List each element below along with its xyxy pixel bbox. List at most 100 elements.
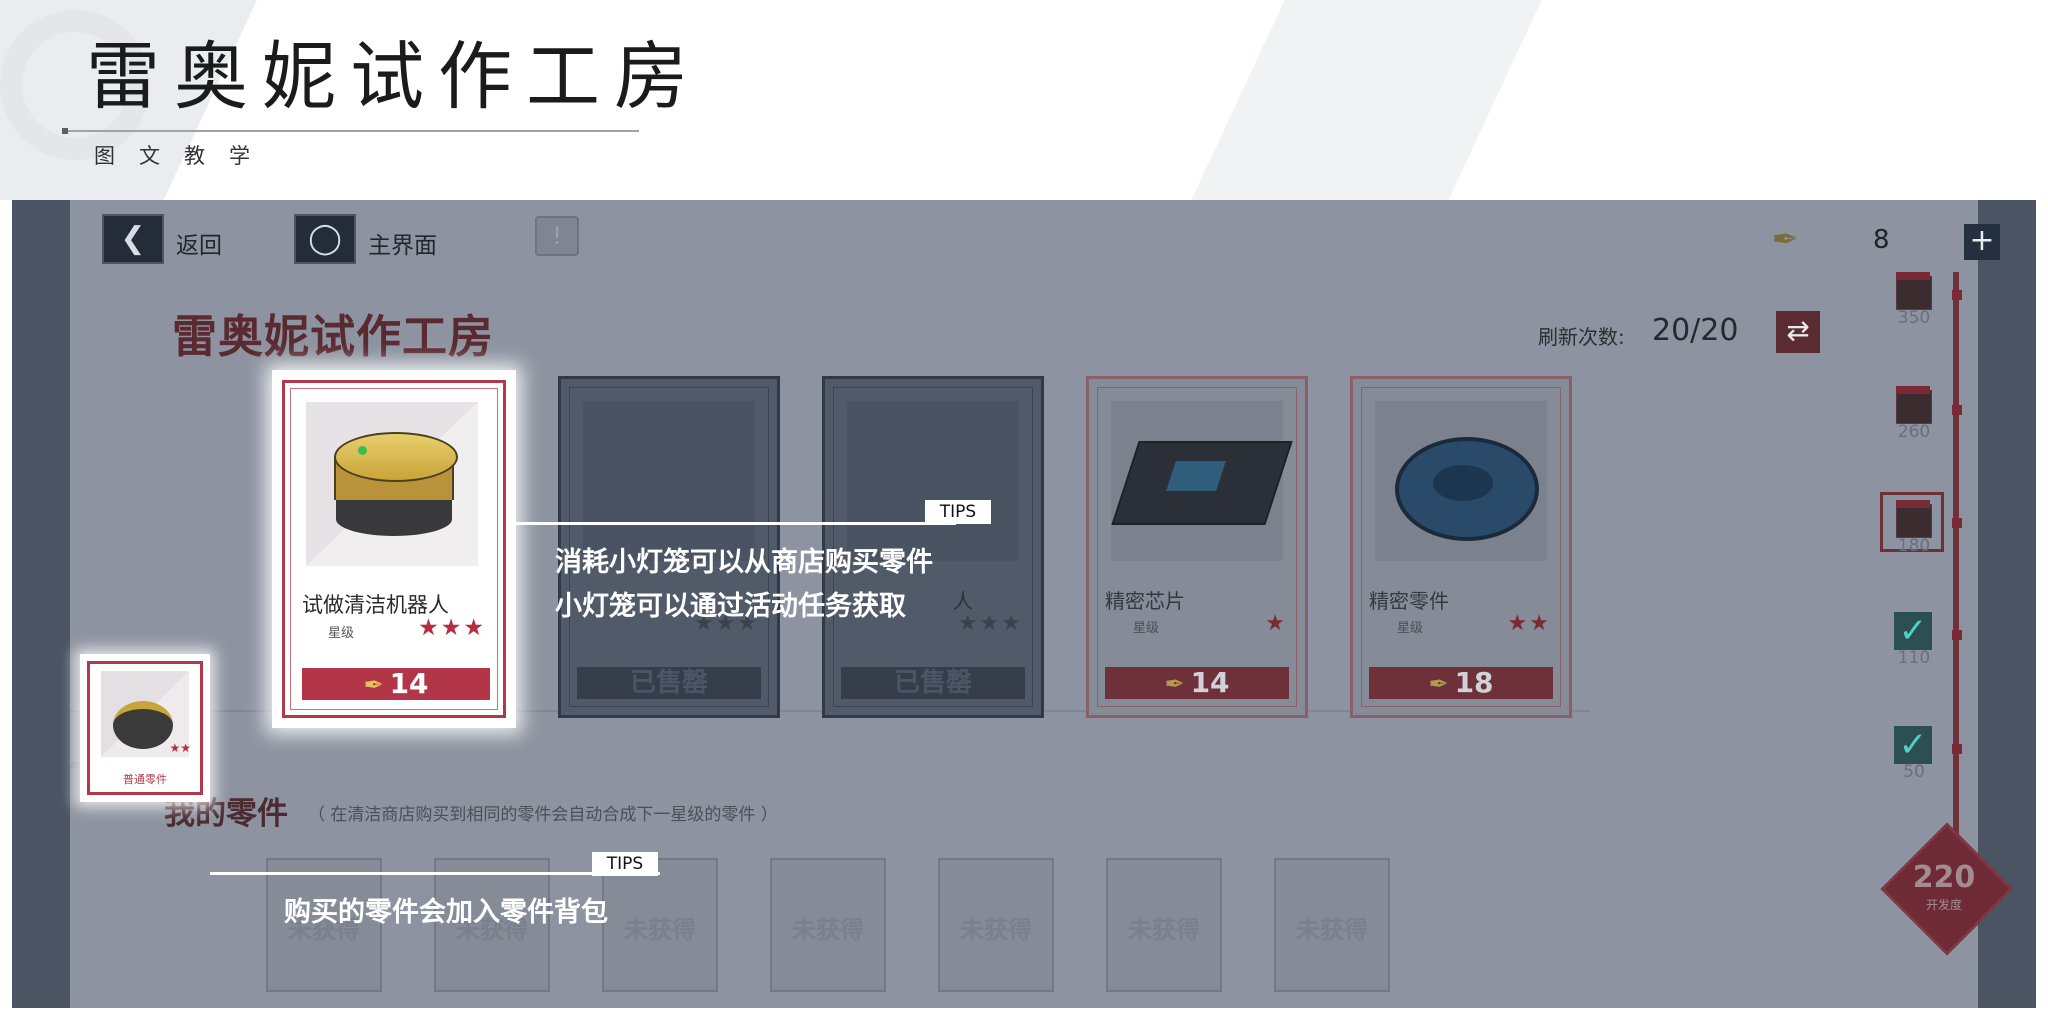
card-name: 精密芯片 [1105, 589, 1185, 613]
tips-connector-line [516, 522, 956, 525]
refresh-count-value: 20/20 [1652, 313, 1739, 348]
card-rank-label: 星级 [1397, 621, 1424, 636]
back-label[interactable]: 返回 [176, 226, 222, 260]
rail-node [1952, 744, 1962, 754]
part-slot-empty[interactable]: 未获得 [1106, 858, 1222, 992]
part-center [1433, 465, 1493, 501]
workshop-title: 雷奥妮试作工房 [172, 310, 495, 363]
tips-shop-line-2: 小灯笼可以通过活动任务获取 [555, 591, 906, 622]
part-label: 普通零件 [123, 773, 167, 786]
currency-value: 8 [1873, 225, 1890, 255]
part-slot-empty[interactable]: 未获得 [770, 858, 886, 992]
part-slot-empty[interactable]: 未获得 [938, 858, 1054, 992]
title-underline-dot [62, 128, 68, 134]
reward-box-lid [1896, 500, 1930, 508]
back-button[interactable]: ❮ [102, 214, 164, 264]
rail-node [1952, 518, 1962, 528]
card-name: 精密零件 [1369, 589, 1449, 613]
card-stars: ★ [1265, 611, 1287, 636]
robot-led [358, 446, 367, 455]
part-slot-empty[interactable]: 未获得 [1274, 858, 1390, 992]
lantern-icon: ✒ [1428, 670, 1449, 698]
card-stars: ★★ [1507, 611, 1551, 636]
progress-rail [1953, 272, 1959, 912]
lantern-icon: ✒ [1164, 670, 1185, 698]
price-value: 14 [1190, 666, 1230, 699]
price-value: 14 [389, 667, 429, 700]
title-underline [64, 130, 639, 132]
card-stars: ★★★ [957, 611, 1023, 636]
check-icon: ✓ [1894, 726, 1932, 764]
chevron-left-icon: ❮ [120, 221, 146, 256]
part-stars: ★★ [169, 741, 191, 755]
refresh-button[interactable]: ⇄ [1776, 311, 1820, 353]
refresh-icon: ⇄ [1786, 314, 1810, 347]
rail-node [1952, 405, 1962, 415]
card-price: ✒ 14 [1105, 667, 1289, 699]
robot-top [334, 432, 458, 482]
milestone-reward-110[interactable]: ✓ 110 [1888, 612, 1936, 668]
development-score-label: 开发度 [1925, 898, 1962, 912]
cleaning-robot-image [847, 401, 1019, 561]
slot-label: 未获得 [1296, 916, 1368, 944]
milestone-reward-50[interactable]: ✓ 50 [1888, 726, 1936, 782]
sold-out-label: 已售罄 [841, 667, 1025, 699]
reward-box-icon [1896, 390, 1932, 424]
reward-box-icon [1896, 504, 1932, 538]
shop-card-cleaning-robot[interactable]: 试做清洁机器人 星级 ★★★ ✒ 14 [272, 370, 516, 728]
slot-label: 未获得 [792, 916, 864, 944]
milestone-reward-260[interactable]: 260 [1888, 386, 1936, 442]
milestone-value: 350 [1897, 308, 1931, 328]
rail-node [1952, 290, 1962, 300]
cleaning-robot-image [306, 402, 478, 566]
robot-base [336, 494, 452, 536]
tips-shop-line-1: 消耗小灯笼可以从商店购买零件 [555, 547, 933, 578]
part-slot-empty[interactable]: 未获得 [602, 858, 718, 992]
my-parts-note: （ 在清洁商店购买到相同的零件会自动合成下一星级的零件 ） [308, 805, 778, 825]
milestone-reward-180[interactable]: 180 [1888, 500, 1936, 556]
reward-box-icon [1896, 276, 1932, 310]
plus-icon: + [1969, 223, 1995, 258]
rail-node [1952, 630, 1962, 640]
exclamation-icon: ! [552, 222, 562, 250]
card-price: ✒ 14 [302, 668, 490, 700]
development-score-value: 220 [1912, 860, 1976, 895]
milestone-value: 180 [1897, 536, 1931, 556]
refresh-count-label: 刷新次数: [1538, 325, 1625, 349]
part-shape [113, 701, 173, 749]
price-value: 18 [1454, 666, 1494, 699]
circle-icon: ◯ [308, 221, 342, 256]
milestone-value: 110 [1897, 648, 1931, 668]
slot-label: 未获得 [960, 916, 1032, 944]
reward-box-lid [1896, 272, 1930, 280]
cleaning-robot-image [583, 401, 755, 561]
shop-card-precision-part[interactable]: 精密零件 星级 ★★ ✒ 18 [1350, 376, 1572, 718]
check-icon: ✓ [1894, 612, 1932, 650]
home-label[interactable]: 主界面 [368, 226, 437, 260]
add-currency-button[interactable]: + [1964, 224, 2000, 260]
sold-out-label: 已售罄 [577, 667, 761, 699]
milestone-reward-350[interactable]: 350 [1888, 272, 1936, 328]
tips-tag: TIPS [592, 852, 658, 876]
card-rank-label: 星级 [1133, 621, 1160, 636]
tips-parts-line: 购买的零件会加入零件背包 [284, 897, 608, 928]
lantern-icon: ✒ [363, 671, 384, 699]
tips-tag: TIPS [925, 500, 991, 524]
precision-part-image [1375, 401, 1547, 561]
card-rank-label: 星级 [328, 626, 355, 641]
home-button[interactable]: ◯ [294, 214, 356, 264]
card-price: ✒ 18 [1369, 667, 1553, 699]
slot-label: 未获得 [1128, 916, 1200, 944]
milestone-value: 260 [1897, 422, 1931, 442]
shop-card-precision-chip[interactable]: 精密芯片 星级 ★ ✒ 14 [1086, 376, 1308, 718]
lantern-currency-icon: ✒ [1771, 220, 1799, 258]
card-stars: ★★★ [418, 615, 486, 641]
owned-part-slot[interactable]: ★★ 普通零件 [80, 654, 210, 802]
milestone-value: 50 [1903, 762, 1925, 782]
reward-box-lid [1896, 386, 1930, 394]
slide-subtitle: 图文教学 [94, 144, 274, 168]
card-name: 人 [953, 589, 973, 613]
precision-chip-image [1111, 401, 1293, 561]
info-button[interactable]: ! [535, 216, 579, 256]
chip-circuit [1166, 461, 1226, 491]
